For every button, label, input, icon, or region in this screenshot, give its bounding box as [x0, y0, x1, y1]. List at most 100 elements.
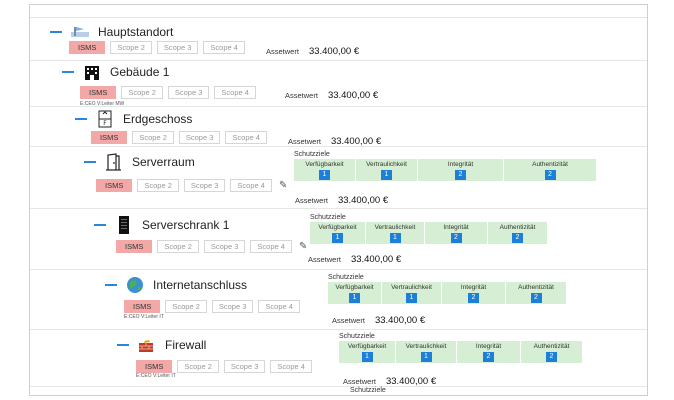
collapse-dash-icon[interactable]: [105, 284, 117, 286]
scope-chip-2[interactable]: Scope 2: [137, 179, 179, 192]
node-title: Firewall: [165, 338, 207, 352]
scope-chip-isms[interactable]: ISMS: [80, 86, 117, 99]
schutzziel-vertraulichkeit: Vertraulichkeit 1: [382, 282, 441, 304]
schutzziel-value-badge: 1: [332, 233, 343, 243]
tree-node-header[interactable]: Serverschrank 1: [94, 213, 229, 237]
collapse-dash-icon[interactable]: [50, 31, 62, 33]
asset-value-row: Assetwert 33.400,00 €: [266, 46, 359, 57]
scope-chip-3[interactable]: Scope 3: [223, 360, 266, 373]
scope-chip-3[interactable]: Scope 3: [156, 41, 199, 54]
scope-chip-4[interactable]: Scope 4: [225, 131, 267, 144]
schutzziel-integritaet: Integrität 2: [442, 282, 505, 304]
collapse-dash-icon[interactable]: [84, 161, 96, 163]
scope-chip-3[interactable]: Scope 3: [167, 86, 210, 99]
tree-node-hauptstandort: Hauptstandort ISMS Scope 2 Scope 3 Scope…: [30, 18, 647, 61]
scope-chips: ISMS Scope 2 Scope 3 Scope 4 ✎: [96, 179, 287, 192]
collapse-dash-icon[interactable]: [62, 71, 74, 73]
schutzziel-authentizitaet: Authentizität 2: [504, 159, 596, 181]
owner-text: E:CEO V:Leiter IT: [124, 314, 164, 320]
schutzziel-value-badge: 1: [389, 233, 401, 243]
asset-value: 33.400,00 €: [330, 136, 382, 147]
scope-chips: ISMS Scope 2 Scope 3 Scope 4: [136, 360, 317, 373]
door-icon: [104, 152, 124, 172]
tree-node-header[interactable]: Firewall: [117, 333, 206, 357]
scope-chip-isms[interactable]: ISMS: [136, 360, 173, 373]
collapse-dash-icon[interactable]: [117, 344, 129, 346]
tree-node-header[interactable]: Gebäude 1: [62, 60, 169, 84]
schutzziel-value-badge: 1: [349, 293, 360, 303]
schutzziele-title: Schutzziele: [310, 214, 346, 221]
scope-chips: ISMS Scope 2 Scope 3 Scope 4: [91, 131, 272, 144]
schutzziel-value-badge: 1: [406, 293, 417, 303]
schutzziel-verfuegbarkeit: Verfügbarkeit 1: [328, 282, 381, 304]
schutzziel-value-badge: 2: [530, 293, 542, 303]
asset-value-label: Assetwert: [332, 316, 365, 325]
scope-chip-2[interactable]: Scope 2: [165, 300, 207, 313]
tree-node-header[interactable]: F Erdgeschoss: [75, 107, 192, 131]
schutzziel-value-badge: 2: [450, 233, 462, 243]
schutzziel-authentizitaet: Authentizität 2: [521, 341, 582, 363]
scope-chip-4[interactable]: Scope 4: [214, 86, 256, 99]
scope-chip-3[interactable]: Scope 3: [203, 240, 246, 253]
asset-value: 33.400,00 €: [374, 315, 426, 326]
schutzziel-vertraulichkeit: Vertraulichkeit 1: [366, 222, 424, 244]
scope-chip-3[interactable]: Scope 3: [178, 131, 221, 144]
asset-value-label: Assetwert: [266, 47, 299, 56]
node-title: Serverschrank 1: [142, 218, 230, 232]
schutzziele-panel: Schutzziele Verfügbarkeit 1 Vertraulichke…: [328, 273, 567, 304]
building-icon: [82, 62, 102, 82]
collapse-dash-icon[interactable]: [94, 224, 106, 226]
schutzziel-integritaet: Integrität 2: [425, 222, 487, 244]
scope-chips: ISMS Scope 2 Scope 3 Scope 4: [80, 86, 261, 99]
server-rack-icon: [114, 215, 134, 235]
tree-node-serverschrank-1: Serverschrank 1 ISMS Scope 2 Scope 3 Sco…: [30, 209, 647, 270]
scope-chip-2[interactable]: Scope 2: [157, 240, 199, 253]
schutzziel-integritaet: Integrität 2: [457, 341, 520, 363]
schutzziel-value-badge: 1: [420, 352, 432, 362]
scope-chips: ISMS Scope 2 Scope 3 Scope 4: [124, 300, 305, 313]
schutzziele-title: Schutzziele: [328, 274, 364, 281]
schutzziele-title: Schutzziele: [294, 151, 330, 158]
schutzziel-verfuegbarkeit: Verfügbarkeit 1: [310, 222, 365, 244]
scope-chip-isms[interactable]: ISMS: [116, 240, 153, 253]
node-title: Internetanschluss: [153, 278, 248, 292]
asset-value-row: Assetwert 33.400,00 €: [288, 136, 381, 147]
asset-tree-panel: Hauptstandort ISMS Scope 2 Scope 3 Scope…: [29, 4, 648, 396]
collapse-dash-icon[interactable]: [75, 118, 87, 120]
schutzziel-value-badge: 1: [381, 170, 392, 180]
scope-chip-4[interactable]: Scope 4: [230, 179, 272, 192]
schutzziel-value-badge: 2: [483, 352, 494, 362]
scope-chip-2[interactable]: Scope 2: [121, 86, 163, 99]
asset-value-row: Assetwert 33.400,00 €: [295, 195, 388, 206]
schutzziel-vertraulichkeit: Vertraulichkeit 1: [396, 341, 456, 363]
schutzziel-authentizitaet: Authentizität 2: [506, 282, 566, 304]
asset-value-label: Assetwert: [308, 255, 341, 264]
asset-value-label: Assetwert: [285, 91, 318, 100]
schutzziel-verfuegbarkeit: Verfügbarkeit 1: [294, 159, 355, 181]
asset-value-label: Assetwert: [295, 196, 328, 205]
tree-node-header[interactable]: Internetanschluss: [105, 273, 247, 297]
location-flag-icon: [70, 22, 90, 42]
scope-chip-isms[interactable]: ISMS: [124, 300, 161, 313]
scope-chip-4[interactable]: Scope 4: [203, 41, 245, 54]
node-title: Gebäude 1: [110, 65, 170, 79]
scope-chip-3[interactable]: Scope 3: [183, 179, 226, 192]
scope-chip-isms[interactable]: ISMS: [91, 131, 128, 144]
scope-chip-isms[interactable]: ISMS: [69, 41, 106, 54]
edit-pencil-icon[interactable]: ✎: [279, 180, 287, 192]
tree-node-header[interactable]: Serverraum: [84, 150, 195, 174]
tree-node-serverraum: Serverraum ISMS Scope 2 Scope 3 Scope 4 …: [30, 147, 647, 209]
scope-chip-isms[interactable]: ISMS: [96, 179, 133, 192]
asset-value: 33.400,00 €: [350, 254, 402, 265]
scope-chip-2[interactable]: Scope 2: [177, 360, 219, 373]
scope-chip-3[interactable]: Scope 3: [211, 300, 254, 313]
scope-chip-4[interactable]: Scope 4: [270, 360, 312, 373]
schutzziel-value-badge: 2: [512, 233, 523, 243]
scope-chip-2[interactable]: Scope 2: [110, 41, 152, 54]
scope-chip-4[interactable]: Scope 4: [250, 240, 292, 253]
scope-chip-2[interactable]: Scope 2: [132, 131, 174, 144]
node-title: Hauptstandort: [98, 25, 174, 39]
scope-chip-4[interactable]: Scope 4: [258, 300, 300, 313]
schutzziel-authentizitaet: Authentizität 2: [488, 222, 547, 244]
edit-pencil-icon[interactable]: ✎: [299, 241, 307, 253]
